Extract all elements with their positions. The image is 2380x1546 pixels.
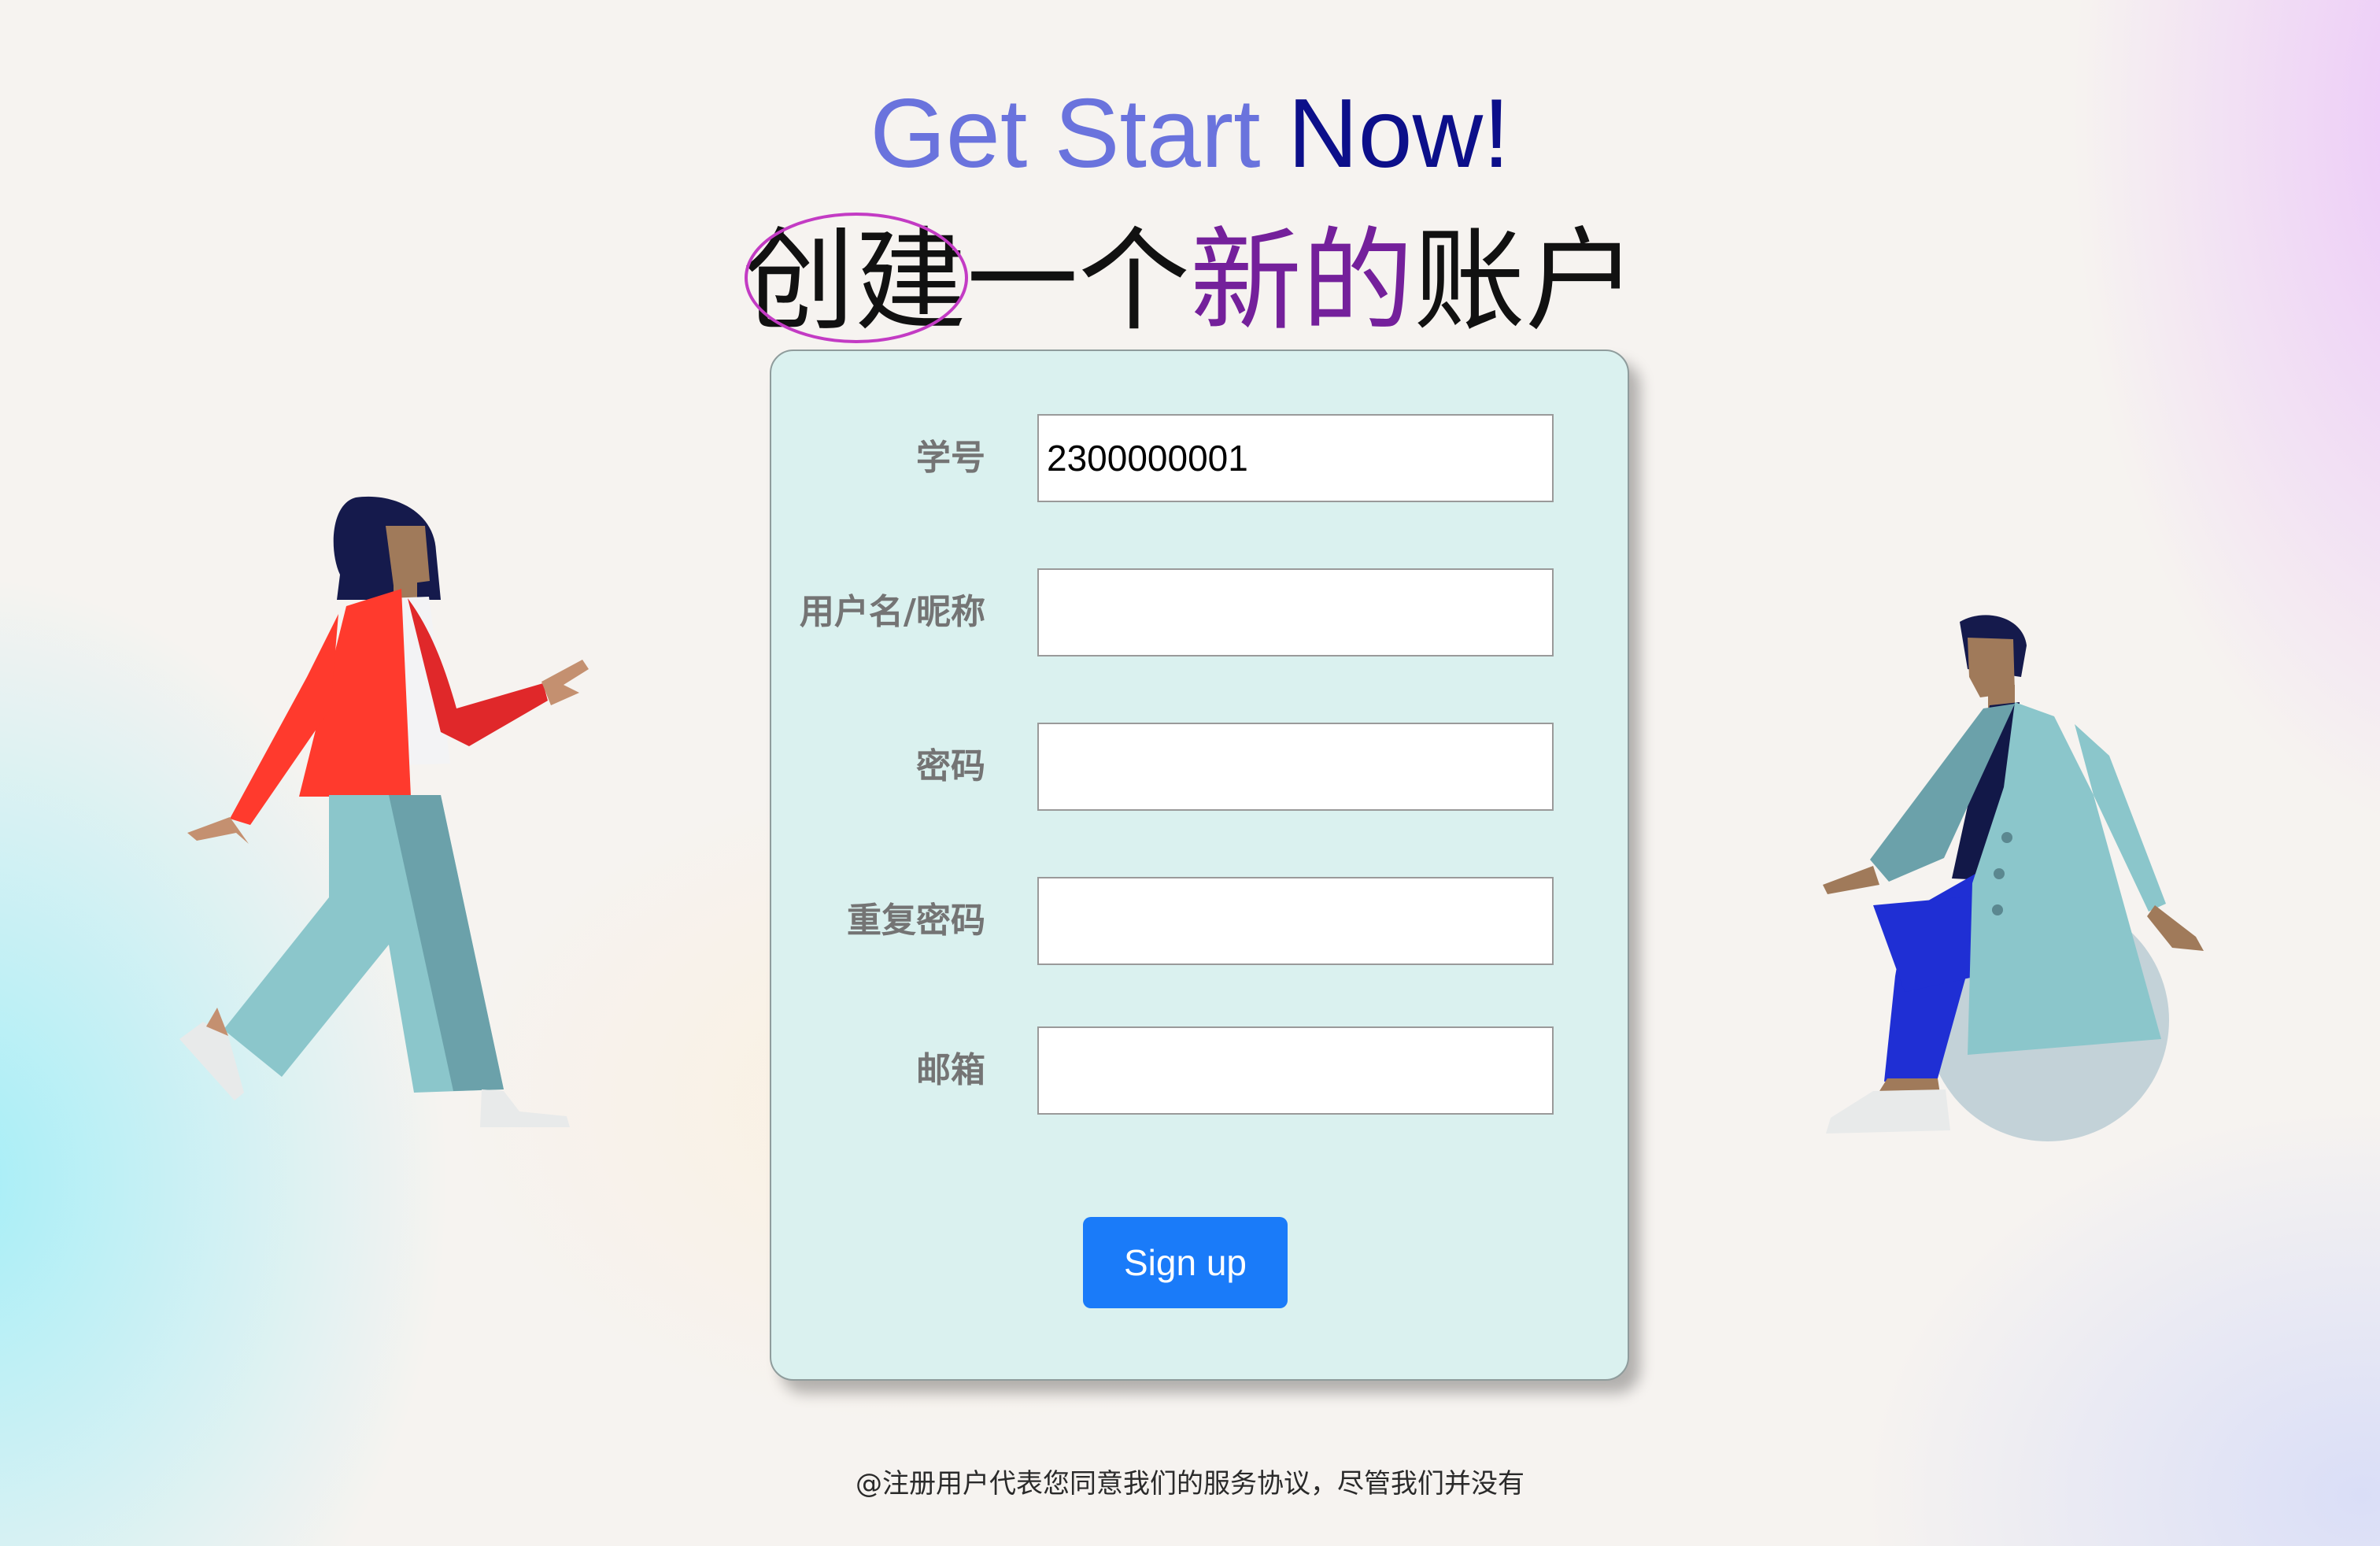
email-label: 邮箱 (916, 1050, 985, 1090)
email-row: 邮箱 (771, 1026, 1631, 1115)
sitting-man-illustration (1823, 615, 2204, 1141)
student-id-input[interactable] (1037, 414, 1554, 502)
signup-card: 学号 用户名/昵称 密码 重复密码 邮箱 Sign up (770, 350, 1629, 1381)
password-row: 密码 (771, 723, 1631, 811)
email-input[interactable] (1037, 1026, 1554, 1115)
title-part-light: Get Start (870, 80, 1288, 188)
username-input[interactable] (1037, 568, 1554, 656)
repeat-password-input[interactable] (1037, 877, 1554, 965)
subtitle-highlight: 新的 (1190, 216, 1414, 346)
page-subtitle: 创建一个新的账户 (0, 211, 2380, 353)
password-label: 密码 (916, 746, 985, 786)
page-title: Get Start Now! (0, 71, 2380, 197)
student-id-label: 学号 (916, 438, 985, 478)
circle-annotation (745, 213, 968, 343)
repeat-password-label: 重复密码 (847, 901, 985, 941)
username-row: 用户名/昵称 (771, 568, 1631, 656)
username-label: 用户名/昵称 (799, 592, 985, 632)
student-id-row: 学号 (771, 414, 1631, 502)
signup-button[interactable]: Sign up (1083, 1217, 1288, 1308)
title-part-dark: Now! (1288, 80, 1510, 188)
subtitle-part-2: 账户 (1414, 216, 1637, 346)
password-input[interactable] (1037, 723, 1554, 811)
agreement-note: @注册用户代表您同意我们的服务协议，尽管我们并没有 (856, 1468, 1524, 1500)
walking-woman-illustration (179, 496, 589, 1127)
repeat-password-row: 重复密码 (771, 877, 1631, 965)
